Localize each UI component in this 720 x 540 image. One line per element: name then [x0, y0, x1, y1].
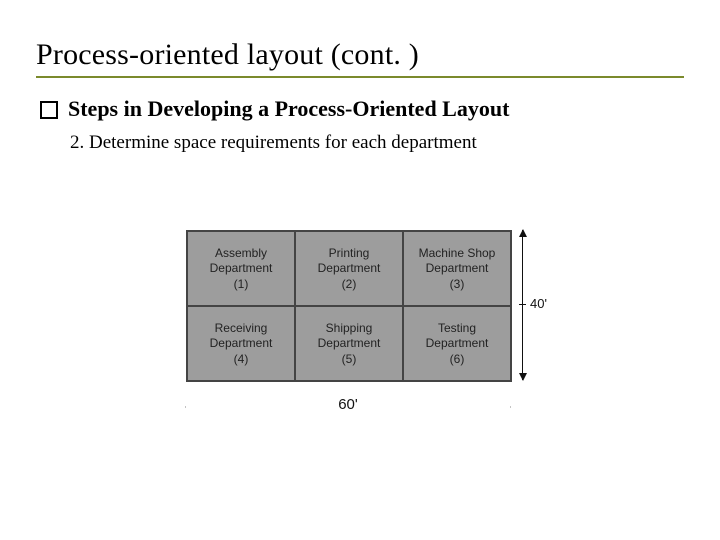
sub-point: 2. Determine space requirements for each…	[70, 132, 684, 154]
cell-assembly: Assembly Department (1)	[187, 231, 295, 306]
cell-dept: Department	[426, 261, 489, 276]
cell-num: (3)	[450, 277, 465, 292]
page-title: Process-oriented layout (cont. )	[36, 38, 684, 72]
arrow-up-icon	[519, 229, 527, 237]
bullet-row: Steps in Developing a Process-Oriented L…	[40, 96, 684, 122]
cell-dept: Department	[210, 261, 273, 276]
cell-shipping: Shipping Department (5)	[295, 306, 403, 381]
title-wrap: Process-oriented layout (cont. )	[36, 38, 684, 78]
cell-name: Machine Shop	[419, 246, 496, 261]
cell-num: (4)	[234, 352, 249, 367]
cell-receiving: Receiving Department (4)	[187, 306, 295, 381]
horizontal-dimension: 60'	[186, 392, 510, 420]
cell-num: (5)	[342, 352, 357, 367]
cell-name: Printing	[329, 246, 370, 261]
department-grid: Assembly Department (1) Printing Departm…	[186, 230, 512, 382]
cell-name: Testing	[438, 321, 476, 336]
width-label-wrap: 60'	[186, 396, 510, 413]
cell-machine-shop: Machine Shop Department (3)	[403, 231, 511, 306]
cell-num: (1)	[234, 277, 249, 292]
arrow-down-icon	[519, 373, 527, 381]
layout-figure: Assembly Department (1) Printing Departm…	[186, 222, 552, 432]
vertical-dimension: 40'	[518, 230, 552, 380]
slide: Process-oriented layout (cont. ) Steps i…	[0, 0, 720, 540]
cell-name: Receiving	[215, 321, 268, 336]
cell-name: Assembly	[215, 246, 267, 261]
tick-icon	[519, 304, 526, 305]
cell-num: (2)	[342, 277, 357, 292]
cell-num: (6)	[450, 352, 465, 367]
width-label: 60'	[328, 396, 368, 413]
square-bullet-icon	[40, 101, 58, 119]
cell-printing: Printing Department (2)	[295, 231, 403, 306]
height-label: 40'	[530, 296, 547, 311]
cell-name: Shipping	[326, 321, 373, 336]
cell-dept: Department	[318, 336, 381, 351]
cell-dept: Department	[318, 261, 381, 276]
cell-testing: Testing Department (6)	[403, 306, 511, 381]
bullet-text: Steps in Developing a Process-Oriented L…	[68, 96, 509, 122]
cell-dept: Department	[210, 336, 273, 351]
cell-dept: Department	[426, 336, 489, 351]
